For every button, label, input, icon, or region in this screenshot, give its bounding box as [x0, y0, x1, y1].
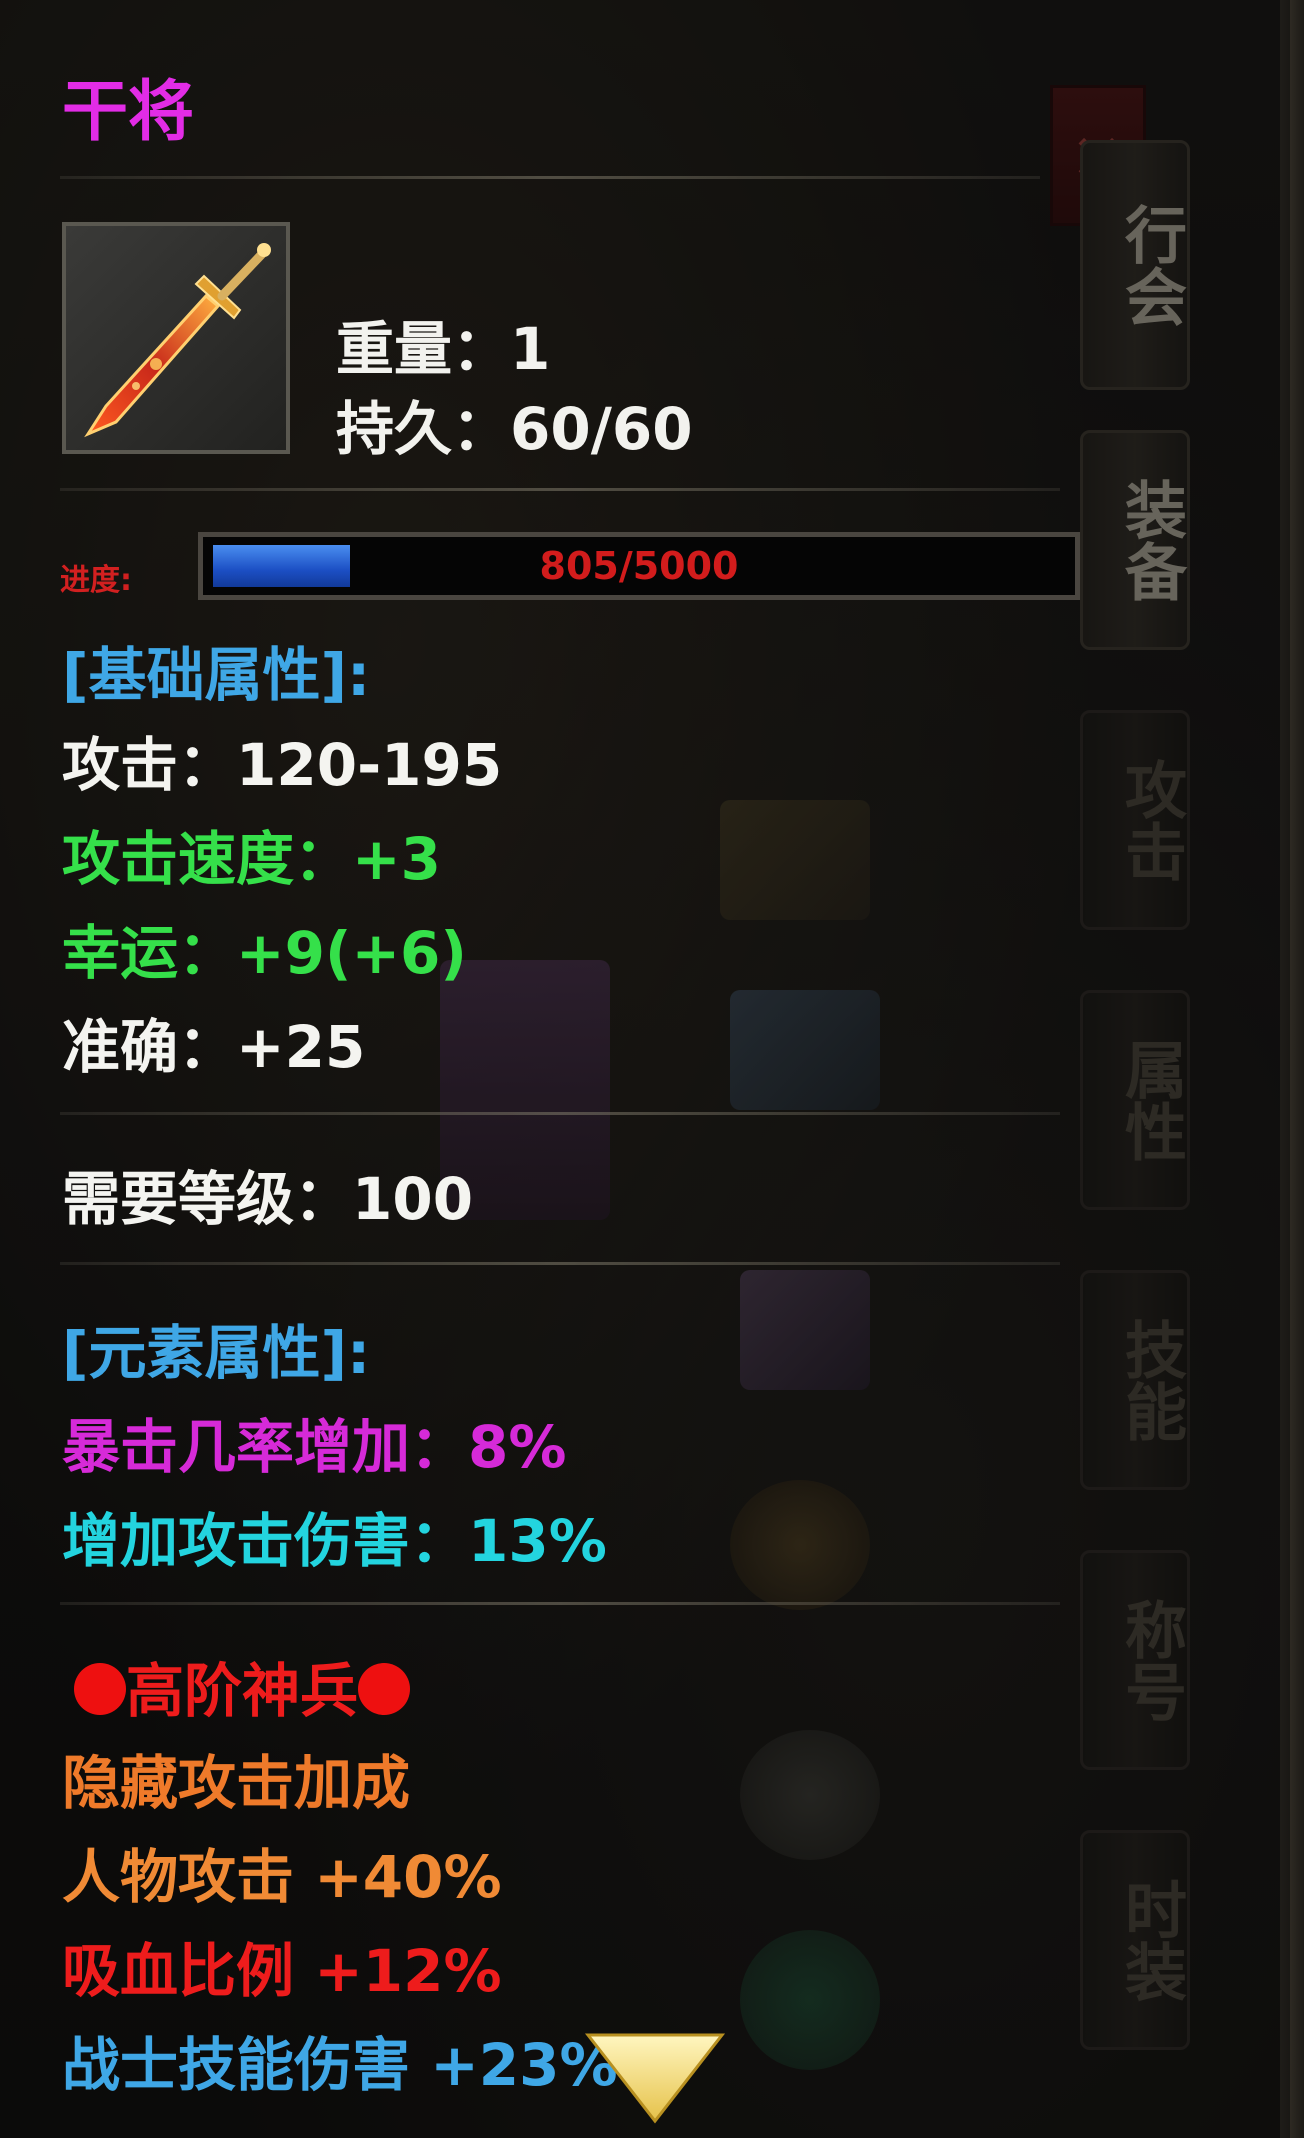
- lifesteal-stat: 吸血比例 +12%: [62, 1937, 502, 2005]
- luck-stat: 幸运：+9(+6): [62, 919, 467, 987]
- red-dot-icon: [358, 1663, 411, 1715]
- advanced-weapon-title: 高阶神兵: [74, 1644, 411, 1728]
- divider: [60, 176, 1040, 179]
- progress-bar: 805/5000: [198, 532, 1080, 600]
- item-durability: 持久：60/60: [336, 382, 693, 466]
- item-name: 干将: [62, 73, 194, 150]
- warrior-skill-damage: 战士技能伤害 +23%: [62, 2031, 618, 2099]
- game-screen: × 行会 装备 攻击 属性 技能 称号 时装 干将: [0, 0, 1304, 2138]
- divider: [60, 1602, 1060, 1605]
- weight-label: 重量：: [336, 315, 511, 383]
- divider: [60, 1262, 1060, 1265]
- divider: [60, 1112, 1060, 1115]
- character-attack-bonus: 人物攻击 +40%: [62, 1843, 502, 1911]
- red-dot-icon: [74, 1663, 126, 1715]
- divider: [60, 488, 1060, 491]
- progress-text: 805/5000: [539, 544, 739, 588]
- durability-value: 60/60: [510, 395, 693, 463]
- crit-chance-stat: 暴击几率增加：8%: [62, 1413, 567, 1481]
- progress-label: 进度:: [60, 563, 132, 598]
- hidden-attack-bonus: 隐藏攻击加成: [62, 1749, 411, 1817]
- basic-attributes-header: [基础属性]:: [62, 641, 371, 709]
- weight-value: 1: [510, 315, 551, 383]
- durability-label: 持久：: [336, 395, 511, 463]
- element-attributes-header: [元素属性]:: [62, 1319, 371, 1387]
- item-tooltip: 干将 重量：1 持久：60/60 进度: 805/5000 [基础属性]: 攻击…: [0, 0, 1290, 2138]
- sword-icon: [84, 243, 271, 438]
- required-level: 需要等级：100: [62, 1165, 474, 1233]
- item-weight: 重量：1: [336, 302, 550, 386]
- accuracy-stat: 准确：+25: [62, 1013, 366, 1081]
- advanced-title-text: 高阶神兵: [126, 1657, 359, 1725]
- attack-stat: 攻击：120-195: [62, 731, 503, 799]
- item-icon-slot: [62, 222, 290, 454]
- scroll-down-arrow-icon[interactable]: [580, 2025, 730, 2125]
- damage-bonus-stat: 增加攻击伤害：13%: [62, 1507, 607, 1575]
- attack-speed-stat: 攻击速度：+3: [62, 825, 441, 893]
